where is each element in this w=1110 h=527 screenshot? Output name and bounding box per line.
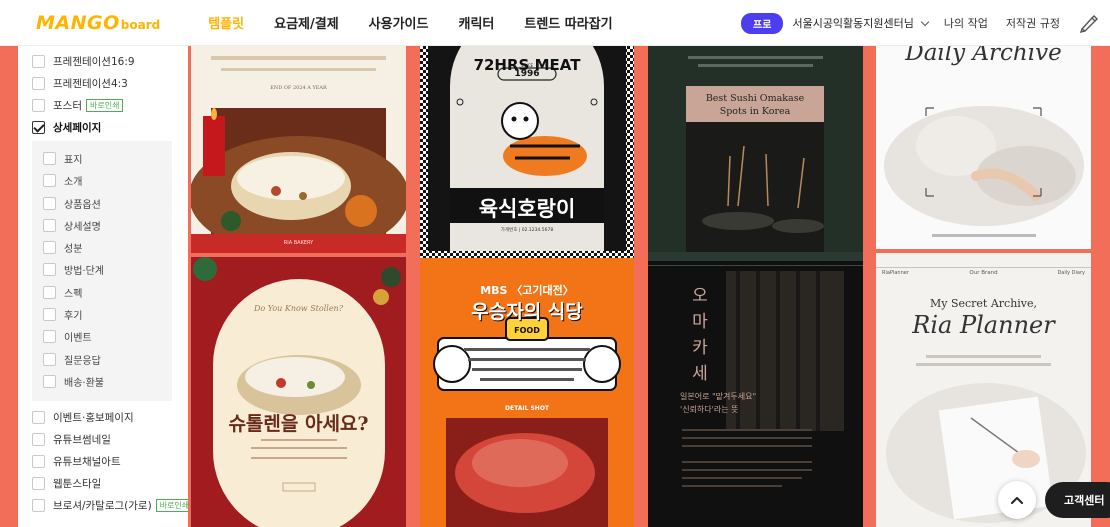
nav-guide[interactable]: 사용가이드 (369, 13, 429, 32)
subcategory-item[interactable]: 후기 (43, 305, 82, 323)
nav-trends[interactable]: 트렌드 따라잡기 (524, 13, 612, 32)
checkbox[interactable] (43, 285, 56, 299)
template-thumbnail (191, 46, 406, 253)
main-nav: 템플릿 요금제/결제 사용가이드 캐릭터 트렌드 따라잡기 (208, 13, 642, 32)
subcategory-item[interactable]: 이벤트 (43, 327, 92, 345)
subcategory-item[interactable]: 스펙 (43, 283, 82, 301)
card-detail-label: DETAIL SHOT (504, 405, 550, 412)
subcategory-item[interactable]: 상세설명 (43, 216, 101, 234)
template-thumbnail (191, 257, 406, 527)
chevron-down-icon[interactable] (920, 17, 930, 26)
card-footer-text: 가게번호 | 02.1234.5678 (500, 228, 554, 233)
card-subtitle: My Secret Archive, (929, 297, 1038, 310)
template-card-omakase-meaning[interactable]: 오 마 카 세 일본어로 "맡겨두세요" '신뢰하다'라는 뜻 (648, 261, 863, 527)
card-footer-text: RIA BAKERY (283, 240, 314, 246)
mangoboard-logo[interactable]: MANGO board (36, 12, 160, 34)
template-card-winner-restaurant[interactable]: MBS 〈고기대전〉 우승자의 식당 FOOD DETAIL SHOT (420, 258, 634, 527)
template-thumbnail (648, 46, 863, 261)
category-brochure[interactable]: 브로셔/카탈로그(가로) 바로인쇄 (32, 496, 188, 514)
category-webtoon[interactable]: 웹툰스타일 (32, 474, 101, 492)
checkbox[interactable] (43, 240, 56, 254)
nav-characters[interactable]: 캐릭터 (458, 13, 494, 32)
checkbox[interactable] (32, 498, 45, 512)
checkbox[interactable] (43, 329, 56, 343)
template-thumbnail (876, 46, 1091, 249)
copyright-link[interactable]: 저작권 규정 (1006, 15, 1060, 31)
subcategory-item[interactable]: 성분 (43, 238, 82, 256)
subcategory-item[interactable]: 질문응답 (43, 350, 101, 368)
checkbox[interactable] (43, 374, 56, 388)
account-name[interactable]: 서울시공익활동지원센터님 (792, 15, 913, 31)
category-poster[interactable]: 포스터 바로인쇄 (32, 96, 124, 114)
checkbox[interactable] (32, 476, 45, 490)
subcategory-item[interactable]: 방법·단계 (43, 260, 104, 278)
template-card-tiger-meat[interactable]: 72HRS MEAT SINCE 1996 육식호랑이 가게번호 | 02.12… (420, 46, 634, 258)
template-card-daily-archive[interactable]: Daily Archive (876, 46, 1091, 249)
card-script-text: Do You Know Stollen? (253, 304, 343, 313)
checkbox[interactable] (32, 54, 45, 68)
category-sidebar: 프레젠테이션16:9 프레젠테이션4:3 포스터 바로인쇄 상세페이지 표지 소… (18, 46, 188, 527)
card-kicker: MBS 〈고기대전〉 (480, 284, 574, 297)
checkbox[interactable] (43, 307, 56, 321)
card-vertical-title: 오 마 카 세 (692, 286, 708, 384)
checkbox[interactable] (43, 218, 56, 232)
checkbox-checked[interactable] (32, 120, 45, 134)
top-header: MANGO board 템플릿 요금제/결제 사용가이드 캐릭터 트렌드 따라잡… (0, 0, 1110, 46)
checkbox[interactable] (43, 151, 56, 165)
category-presentation-169[interactable]: 프레젠테이션16:9 (32, 52, 135, 70)
checkbox[interactable] (32, 410, 45, 424)
chevron-up-icon (1011, 497, 1023, 504)
header-right: 프로 서울시공익활동지원센터님 나의 작업 저작권 규정 (741, 0, 1110, 46)
category-youtube-channel-art[interactable]: 유튜브채널아트 (32, 452, 121, 470)
card-since-label: SINCE (520, 63, 534, 68)
nav-pricing[interactable]: 요금제/결제 (274, 13, 339, 32)
scroll-top-button[interactable] (998, 481, 1036, 519)
category-presentation-43[interactable]: 프레젠테이션4:3 (32, 74, 128, 92)
card-badge: FOOD (514, 326, 540, 335)
template-card-christmas-cake[interactable]: END OF 2024 A YEAR RIA BAKERY (191, 46, 406, 253)
card-title: Daily Archive (905, 46, 1062, 66)
card-title: 우승자의 식당 (471, 301, 583, 323)
subcategory-item[interactable]: 배송·환불 (43, 372, 104, 390)
checkbox[interactable] (32, 454, 45, 468)
brush-icon[interactable] (1078, 12, 1100, 34)
card-title: 슈톨렌을 아세요? (228, 413, 369, 435)
nav-templates[interactable]: 템플릿 (208, 13, 244, 32)
subcategory-item[interactable]: 표지 (43, 149, 82, 167)
my-work-link[interactable]: 나의 작업 (944, 15, 988, 31)
checkbox[interactable] (43, 173, 56, 187)
category-event-page[interactable]: 이벤트·홍보페이지 (32, 408, 134, 426)
template-card-sushi-omakase[interactable]: Best Sushi Omakase Spots in Korea (648, 46, 863, 261)
card-title: 육식호랑이 (478, 197, 576, 221)
checkbox[interactable] (32, 432, 45, 446)
print-tag: 바로인쇄 (85, 98, 124, 112)
card-mid-text: END OF 2024 A YEAR (270, 85, 327, 91)
card-brand-right: Daily Diary (1057, 270, 1085, 276)
template-card-stollen[interactable]: Do You Know Stollen? 슈톨렌을 아세요? (191, 257, 406, 527)
checkbox[interactable] (32, 76, 45, 90)
subcategory-item[interactable]: 상품옵션 (43, 194, 101, 212)
card-quote-2: '신뢰하다'라는 뜻 (680, 405, 739, 414)
card-title: Ria Planner (912, 311, 1055, 339)
pro-badge: 프로 (741, 12, 784, 34)
card-title-line1: Best Sushi Omakase (705, 93, 805, 104)
print-tag: 바로인쇄 (155, 498, 188, 512)
subcategory-item[interactable]: 소개 (43, 171, 82, 189)
card-year: 1996 (514, 69, 540, 79)
card-quote-1: 일본어로 "맡겨두세요" (680, 392, 757, 401)
category-youtube-thumbnail[interactable]: 유튜브썸네일 (32, 430, 111, 448)
checkbox[interactable] (43, 352, 56, 366)
checkbox[interactable] (43, 196, 56, 210)
checkbox[interactable] (32, 98, 45, 112)
subcategory-panel: 표지 소개 상품옵션 상세설명 성분 방법·단계 스펙 후기 이벤트 질문응답 … (32, 141, 172, 401)
card-title-line2: Spots in Korea (719, 106, 791, 117)
category-detail-page[interactable]: 상세페이지 (32, 118, 101, 136)
customer-support-button[interactable]: 고객센터 (1045, 482, 1110, 518)
checkbox[interactable] (43, 262, 56, 276)
